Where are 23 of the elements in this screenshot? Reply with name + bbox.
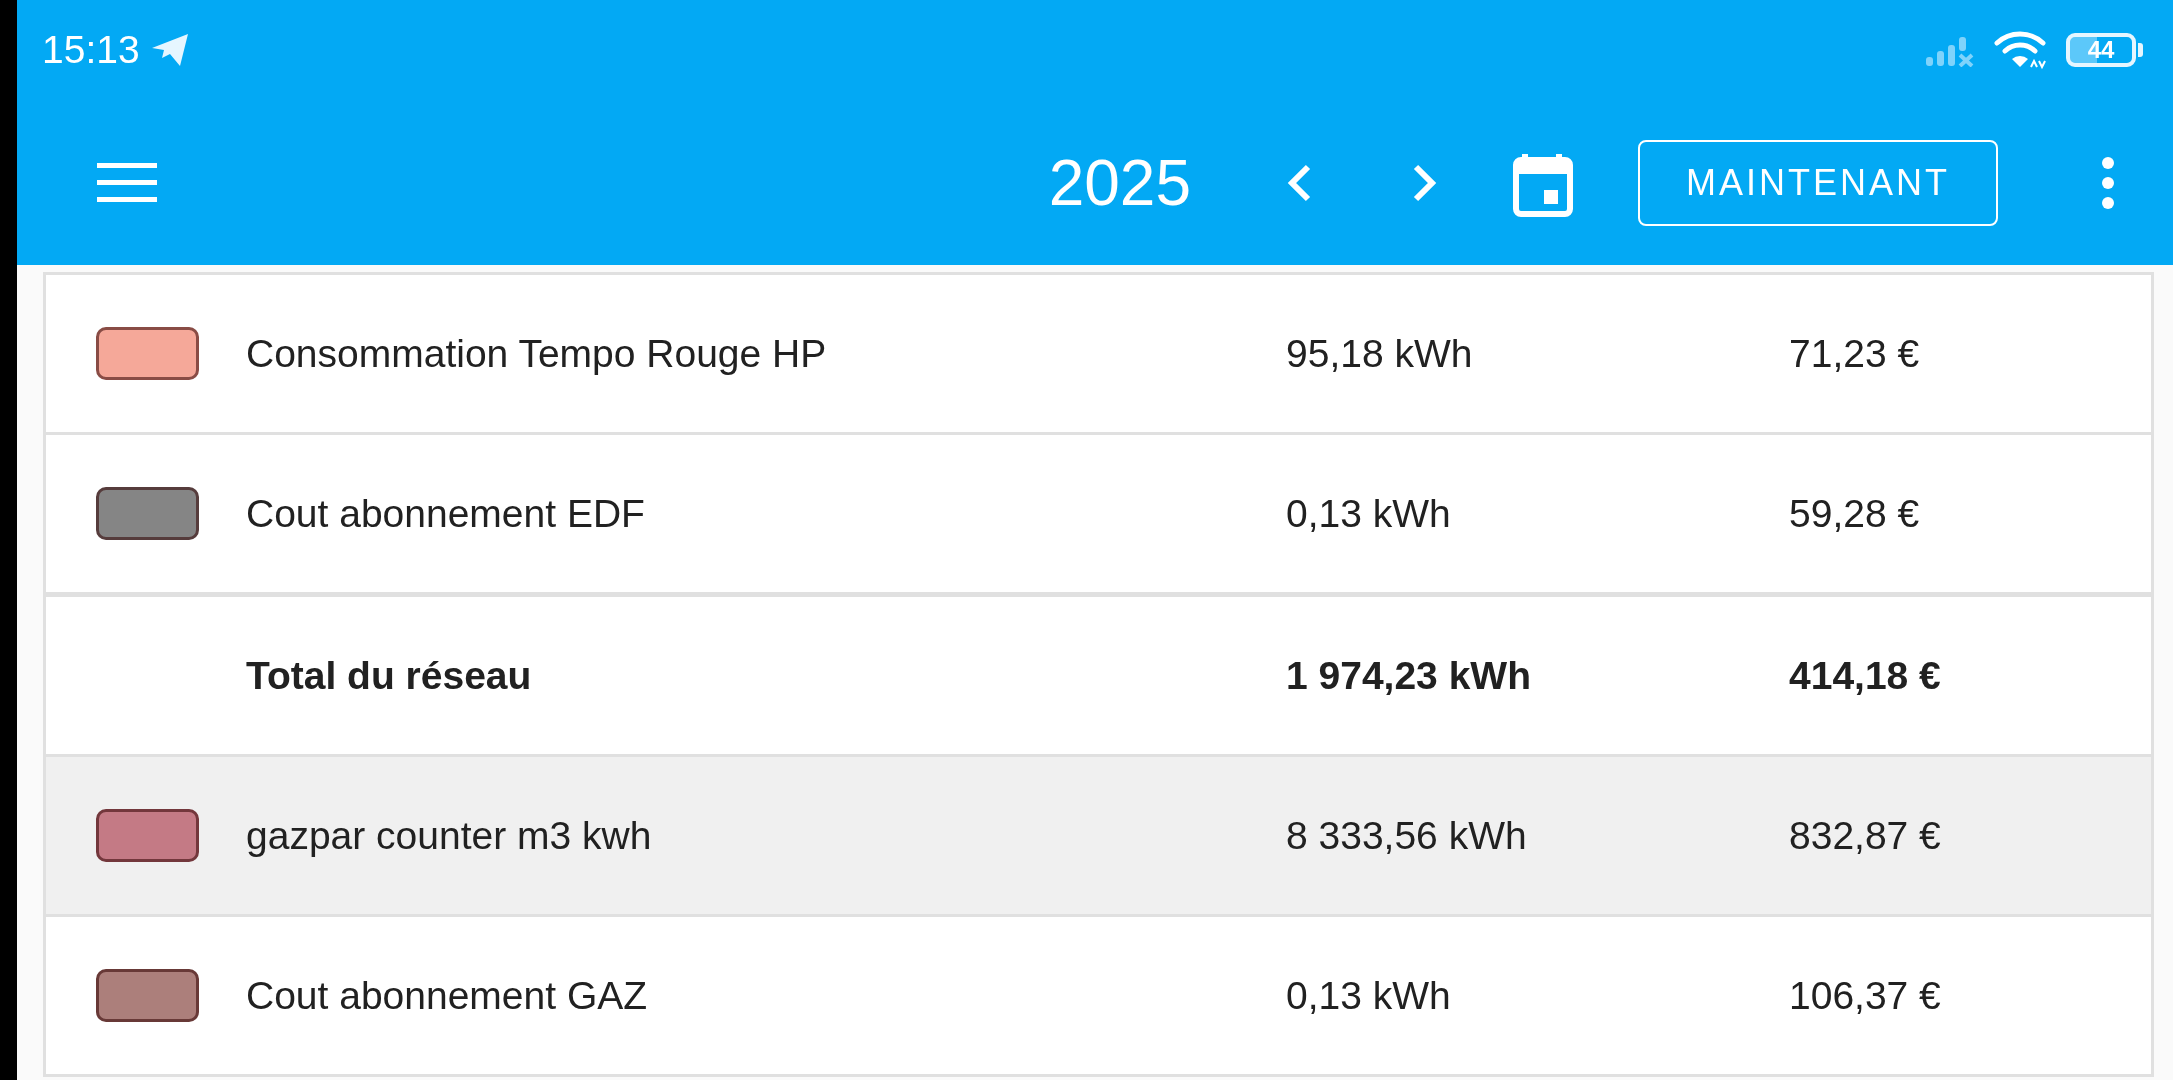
energy-value: 95,18 kWh — [1286, 331, 1474, 376]
source-name: Cout abonnement GAZ — [246, 973, 649, 1018]
cost-value: 71,23 € — [1789, 331, 1921, 376]
energy-value: 0,13 kWh — [1286, 491, 1452, 536]
table-row[interactable]: Cout abonnement EDF 0,13 kWh 59,28 € — [46, 435, 2151, 595]
source-name: gazpar counter m3 kwh — [246, 813, 653, 858]
source-name: Consommation Tempo Rouge HP — [246, 331, 828, 376]
battery-indicator: 44 — [2066, 33, 2143, 67]
wifi-icon — [1993, 29, 2048, 71]
cost-value: 106,37 € — [1789, 973, 1942, 1018]
energy-value: 1 974,23 kWh — [1286, 653, 1532, 698]
cost-value: 832,87 € — [1789, 813, 1942, 858]
energy-value: 8 333,56 kWh — [1286, 813, 1528, 858]
table-row[interactable]: Cout abonnement GAZ 0,13 kWh 106,37 € — [46, 917, 2151, 1077]
source-name: Total du réseau — [246, 653, 533, 698]
year-title: 2025 — [1048, 145, 1191, 220]
cost-value: 59,28 € — [1789, 491, 1921, 536]
energy-value: 0,13 kWh — [1286, 973, 1452, 1018]
table-row[interactable]: Consommation Tempo Rouge HP 95,18 kWh 71,23 € — [46, 275, 2151, 435]
cost-value: 414,18 € — [1789, 653, 1942, 698]
table-row[interactable]: gazpar counter m3 kwh 8 333,56 kWh 832,87 € — [46, 757, 2151, 917]
source-name: Cout abonnement EDF — [246, 491, 646, 536]
status-time: 15:13 — [42, 28, 140, 72]
